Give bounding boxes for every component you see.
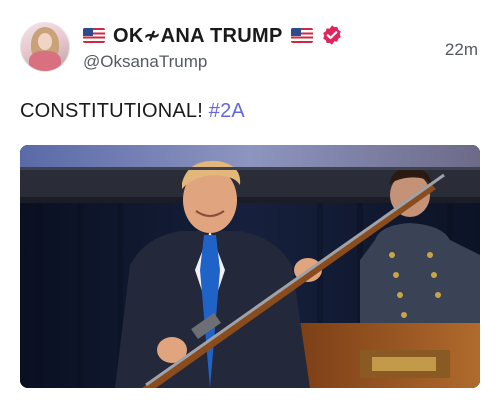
verified-badge-icon: [322, 25, 341, 45]
display-name[interactable]: OK≁ANA TRUMP: [113, 23, 283, 48]
post-timestamp[interactable]: 22m: [445, 40, 478, 60]
post-header: OK≁ANA TRUMP @OksanaTrump 22m: [20, 22, 480, 78]
post-text: CONSTITUTIONAL! #2A: [20, 100, 245, 123]
us-flag-icon: [83, 27, 105, 43]
post-media[interactable]: [20, 145, 480, 388]
author-handle[interactable]: @OksanaTrump: [83, 52, 343, 72]
photo-image: [20, 145, 480, 388]
display-name-row[interactable]: OK≁ANA TRUMP: [83, 22, 343, 48]
author-names: OK≁ANA TRUMP @OksanaTrump: [83, 22, 343, 72]
post-body-text: CONSTITUTIONAL!: [20, 100, 209, 122]
avatar[interactable]: [20, 22, 70, 72]
hashtag-link[interactable]: #2A: [209, 100, 245, 122]
us-flag-icon: [290, 27, 313, 43]
avatar-face: [38, 33, 52, 50]
avatar-body: [29, 51, 61, 71]
post-card[interactable]: OK≁ANA TRUMP @OksanaTrump 22m CONSTITUTI…: [0, 0, 500, 404]
